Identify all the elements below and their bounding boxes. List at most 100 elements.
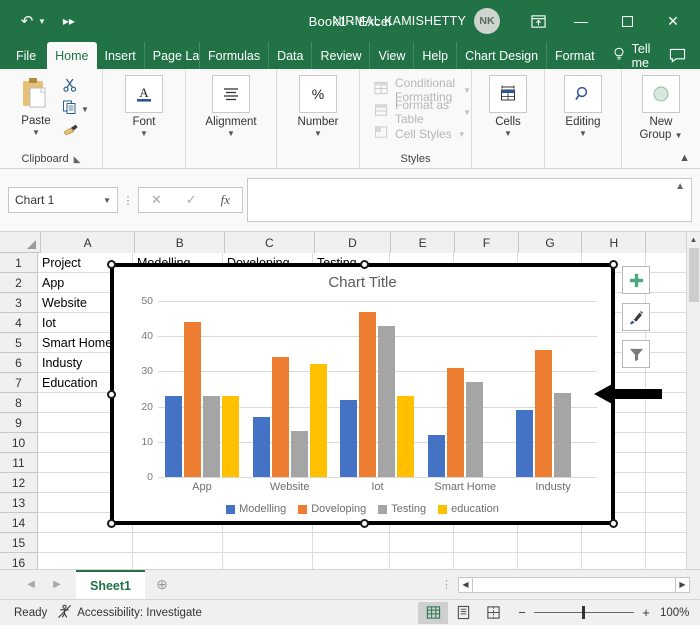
prev-sheet-icon[interactable]: ◀ [18, 579, 44, 590]
row-header-9[interactable]: 9 [0, 413, 38, 433]
row-header-14[interactable]: 14 [0, 513, 38, 533]
column-header-F[interactable]: F [455, 232, 519, 253]
comment-icon[interactable] [665, 42, 700, 69]
bar-testing-app[interactable] [203, 396, 220, 477]
number-dropdown-caret-icon[interactable]: ▼ [314, 129, 322, 138]
tab-format[interactable]: Format [547, 42, 603, 69]
zoom-slider[interactable] [534, 612, 634, 613]
tab-chart-design[interactable]: Chart Design [457, 42, 547, 69]
row-header-1[interactable]: 1 [0, 253, 38, 273]
editing-button[interactable]: Editing ▼ [553, 75, 613, 138]
column-header-B[interactable]: B [135, 232, 225, 253]
cell-A15[interactable] [38, 533, 133, 553]
bar-doveloping-iot[interactable] [359, 312, 376, 477]
bar-education-iot[interactable] [397, 396, 414, 477]
chart-legend[interactable]: ModellingDovelopingTestingeducation [114, 503, 611, 515]
select-all-button[interactable] [0, 232, 41, 252]
column-header-A[interactable]: A [41, 232, 136, 253]
row-header-15[interactable]: 15 [0, 533, 38, 553]
vertical-scroll-thumb[interactable] [689, 248, 699, 302]
number-button[interactable]: % Number ▼ [285, 75, 351, 138]
column-header-G[interactable]: G [519, 232, 583, 253]
bar-testing-iot[interactable] [378, 326, 395, 477]
conditional-formatting-caret-icon[interactable]: ▼ [463, 86, 471, 95]
collapse-ribbon-icon[interactable]: ▲ [679, 152, 690, 164]
cell-G16[interactable] [518, 553, 582, 569]
tab-formulas[interactable]: Formulas [200, 42, 269, 69]
add-sheet-icon[interactable]: ⊕ [145, 576, 179, 593]
cell-I1[interactable] [646, 253, 686, 273]
name-box[interactable]: Chart 1 ▼ [8, 187, 118, 213]
format-as-table-caret-icon[interactable]: ▼ [463, 108, 471, 117]
expand-formula-bar-icon[interactable]: ▲ [675, 181, 685, 192]
page-break-view-button[interactable] [478, 602, 508, 624]
cell-I6[interactable] [646, 353, 686, 373]
cell-I10[interactable] [646, 433, 686, 453]
cell-I3[interactable] [646, 293, 686, 313]
scroll-left-icon[interactable]: ◀ [459, 578, 473, 592]
tab-data[interactable]: Data [269, 42, 312, 69]
tab-review[interactable]: Review [312, 42, 370, 69]
column-header-E[interactable]: E [391, 232, 455, 253]
cell-I14[interactable] [646, 513, 686, 533]
chart-elements-button[interactable] [622, 266, 650, 294]
zoom-in-button[interactable]: + [640, 605, 652, 620]
cell-G15[interactable] [518, 533, 582, 553]
dialog-launcher-icon[interactable]: ◣ [74, 154, 81, 165]
editing-dropdown-caret-icon[interactable]: ▼ [579, 129, 587, 138]
bar-modelling-industy[interactable] [516, 410, 533, 477]
row-header-3[interactable]: 3 [0, 293, 38, 313]
bar-education-app[interactable] [222, 396, 239, 477]
cell-B16[interactable] [133, 553, 223, 569]
undo-icon[interactable]: ↶ [14, 9, 40, 33]
bar-modelling-iot[interactable] [340, 400, 357, 477]
cell-D15[interactable] [313, 533, 390, 553]
cell-C15[interactable] [223, 533, 313, 553]
horizontal-scroll-track[interactable] [473, 578, 675, 592]
cut-button[interactable] [62, 77, 78, 97]
bar-doveloping-app[interactable] [184, 322, 201, 477]
legend-item-doveloping[interactable]: Doveloping [298, 503, 366, 515]
alignment-dropdown-caret-icon[interactable]: ▼ [227, 129, 235, 138]
resize-handle-br[interactable] [609, 519, 618, 528]
bar-testing-industy[interactable] [554, 393, 571, 477]
row-header-16[interactable]: 16 [0, 553, 38, 569]
column-header-I[interactable] [646, 232, 686, 253]
cell-I13[interactable] [646, 493, 686, 513]
row-header-4[interactable]: 4 [0, 313, 38, 333]
maximize-button[interactable] [604, 5, 650, 37]
bar-education-website[interactable] [310, 364, 327, 477]
resize-handle-tl[interactable] [107, 260, 116, 269]
bar-modelling-app[interactable] [165, 396, 182, 477]
cell-I9[interactable] [646, 413, 686, 433]
row-header-13[interactable]: 13 [0, 493, 38, 513]
resize-handle-tr[interactable] [609, 260, 618, 269]
resize-handle-bl[interactable] [107, 519, 116, 528]
scroll-up-icon[interactable]: ▲ [690, 232, 698, 247]
row-header-6[interactable]: 6 [0, 353, 38, 373]
chart-styles-button[interactable] [622, 303, 650, 331]
zoom-slider-thumb[interactable] [582, 606, 585, 619]
cell-B15[interactable] [133, 533, 223, 553]
normal-view-button[interactable] [418, 602, 448, 624]
ribbon-display-options-icon[interactable] [518, 5, 558, 37]
chart-filters-button[interactable] [622, 340, 650, 368]
bar-testing-website[interactable] [291, 431, 308, 477]
font-button[interactable]: A Font ▼ [111, 75, 177, 138]
legend-item-education[interactable]: education [438, 503, 499, 515]
resize-handle-tc[interactable] [360, 260, 369, 269]
column-header-D[interactable]: D [315, 232, 392, 253]
accessibility-status[interactable]: Accessibility: Investigate [57, 604, 202, 622]
bar-testing-smart-home[interactable] [466, 382, 483, 477]
cell-I2[interactable] [646, 273, 686, 293]
bar-modelling-website[interactable] [253, 417, 270, 477]
tab-view[interactable]: View [370, 42, 414, 69]
cell-H16[interactable] [582, 553, 646, 569]
name-box-caret-icon[interactable]: ▼ [103, 196, 111, 205]
row-header-8[interactable]: 8 [0, 393, 38, 413]
cell-H15[interactable] [582, 533, 646, 553]
cell-D16[interactable] [313, 553, 390, 569]
tab-page-layout[interactable]: Page Lay [145, 42, 200, 69]
tab-help[interactable]: Help [414, 42, 457, 69]
column-header-C[interactable]: C [225, 232, 315, 253]
